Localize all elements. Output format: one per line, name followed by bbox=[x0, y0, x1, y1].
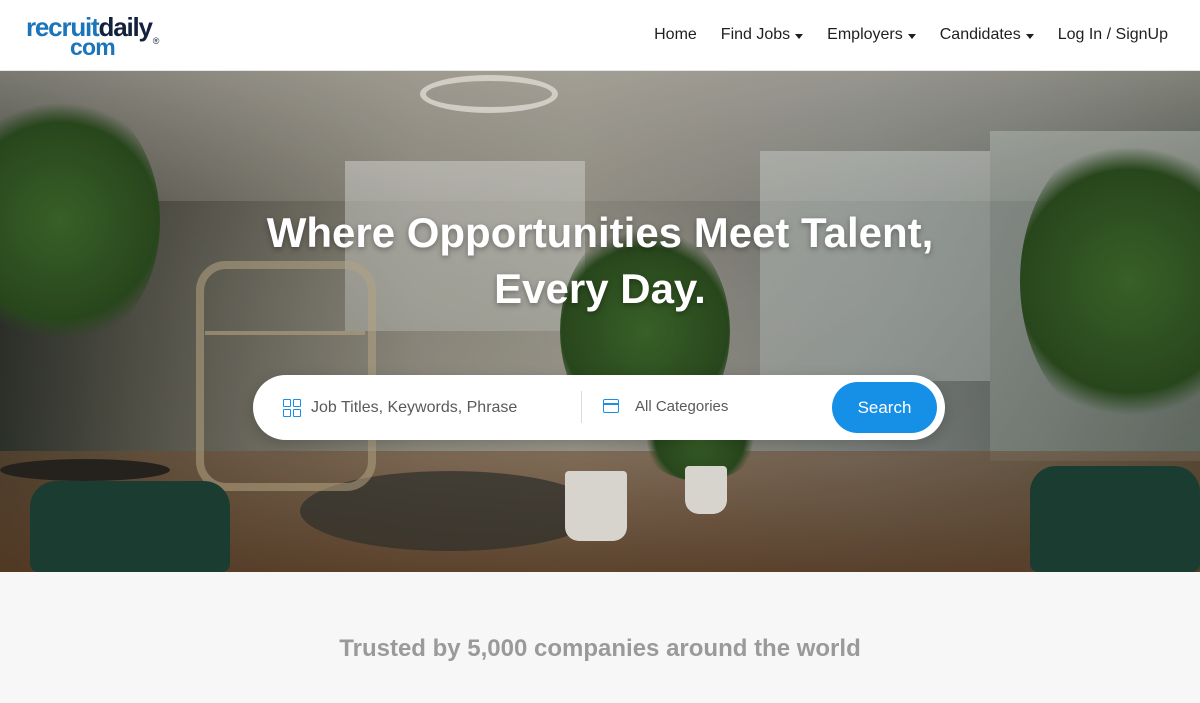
logo-text-com: com bbox=[70, 34, 116, 60]
nav-home-label: Home bbox=[654, 26, 697, 43]
recruitdaily-logo[interactable]: recruitdaily® com bbox=[26, 12, 176, 60]
hero-headline-line1: Where Opportunities Meet Talent, bbox=[266, 209, 934, 256]
nav-login-signup[interactable]: Log In / SignUp bbox=[1058, 26, 1168, 44]
main-nav: Home Find Jobs Employers Candidates Log … bbox=[654, 0, 1168, 70]
category-field[interactable] bbox=[603, 375, 823, 437]
trusted-section: Trusted by 5,000 companies around the wo… bbox=[0, 572, 1200, 703]
search-divider bbox=[581, 391, 582, 423]
caret-down-icon bbox=[795, 33, 804, 39]
calendar-icon bbox=[603, 399, 619, 413]
hero-section: Where Opportunities Meet Talent, Every D… bbox=[0, 71, 1200, 572]
hero-headline: Where Opportunities Meet Talent, Every D… bbox=[0, 205, 1200, 317]
site-header: recruitdaily® com Home Find Jobs Employe… bbox=[0, 0, 1200, 71]
nav-candidates[interactable]: Candidates bbox=[940, 26, 1034, 44]
trusted-heading: Trusted by 5,000 companies around the wo… bbox=[339, 635, 861, 662]
category-input[interactable] bbox=[635, 397, 815, 415]
keywords-input[interactable] bbox=[311, 398, 551, 417]
nav-candidates-label: Candidates bbox=[939, 26, 1021, 43]
hero-overlay bbox=[0, 71, 1200, 572]
grid-icon bbox=[283, 398, 301, 417]
nav-login-signup-label: Log In / SignUp bbox=[1057, 26, 1168, 43]
caret-down-icon bbox=[907, 33, 916, 39]
search-button[interactable]: Search bbox=[832, 382, 937, 433]
caret-down-icon bbox=[1025, 33, 1034, 39]
nav-employers-label: Employers bbox=[827, 26, 903, 43]
keywords-field[interactable] bbox=[283, 375, 573, 440]
nav-employers[interactable]: Employers bbox=[827, 26, 916, 44]
hero-headline-line2: Every Day. bbox=[494, 265, 706, 312]
nav-home[interactable]: Home bbox=[654, 26, 697, 44]
job-search-bar: Search bbox=[253, 375, 945, 440]
nav-find-jobs-label: Find Jobs bbox=[720, 26, 791, 43]
logo-registered-mark: ® bbox=[152, 36, 160, 46]
nav-find-jobs[interactable]: Find Jobs bbox=[720, 26, 804, 44]
